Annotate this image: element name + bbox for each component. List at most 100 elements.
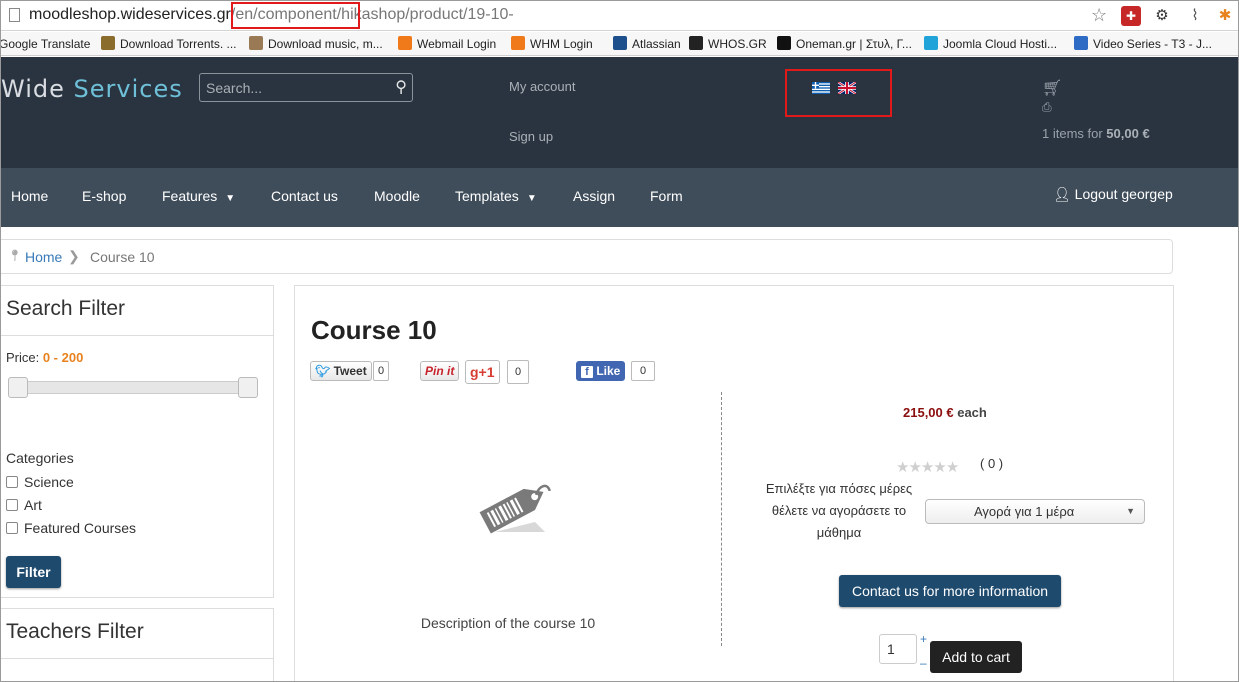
bookmark-item[interactable]: Joomla Cloud Hosti... <box>924 36 1057 51</box>
slider-min-handle[interactable] <box>8 377 28 398</box>
facebook-like-button[interactable]: f Like <box>576 361 626 381</box>
greek-flag-icon[interactable] <box>812 82 830 94</box>
search-filter-title: Search Filter <box>1 286 273 336</box>
bookmark-item[interactable]: Video Series - T3 - J... <box>1074 36 1212 51</box>
breadcrumb-current: Course 10 <box>90 249 155 265</box>
bookmark-label: Atlassian <box>632 37 681 51</box>
slider-max-handle[interactable] <box>238 377 258 398</box>
music-icon <box>249 36 263 50</box>
pinterest-button[interactable]: Pin it <box>420 361 460 381</box>
bookmark-label: WHOS.GR <box>708 37 767 51</box>
bookmark-item[interactable]: Webmail Login <box>398 36 496 51</box>
price-range: 0 - 200 <box>42 350 84 365</box>
bookmark-item[interactable]: Oneman.gr | Στυλ, Γ... <box>777 36 912 51</box>
site-header: Wide Services ⚲ My account Sign up 🛒︎ ⎙ <box>1 57 1238 168</box>
star-icon[interactable]: ★ <box>933 459 946 476</box>
nav-form[interactable]: Form <box>650 188 683 204</box>
rating-stars[interactable]: ★★★★★ <box>896 458 959 476</box>
joomla-icon <box>1074 36 1088 50</box>
product-price: 215,00 € each <box>903 405 987 420</box>
bookmark-label: Webmail Login <box>417 37 497 51</box>
star-icon[interactable]: ★ <box>921 459 934 476</box>
category-featured[interactable]: Featured Courses <box>6 520 136 536</box>
dropdown-arrow-icon: ▼ <box>1126 506 1135 516</box>
price-slider[interactable] <box>8 377 258 398</box>
eyedropper-icon[interactable]: ⌇ <box>1185 6 1205 26</box>
teachers-filter-title: Teachers Filter <box>1 609 273 659</box>
bookmark-label: WHM Login <box>530 37 593 51</box>
cart-summary[interactable]: 1 items for 50,00 € <box>1042 126 1150 141</box>
nav-moodle[interactable]: Moodle <box>374 188 420 204</box>
bookmark-star-icon[interactable]: ☆ <box>1091 5 1107 26</box>
torrent-icon <box>101 36 115 50</box>
nav-contact[interactable]: Contact us <box>271 188 338 204</box>
page-icon <box>9 8 20 22</box>
cloud-icon <box>924 36 938 50</box>
nav-eshop[interactable]: E-shop <box>82 188 126 204</box>
filter-button[interactable]: Filter <box>6 556 61 588</box>
gear-icon[interactable]: ⚙ <box>1152 6 1172 26</box>
twitter-bird-icon: 🐦︎ <box>315 364 331 378</box>
tweet-button[interactable]: 🐦︎ Tweet <box>310 361 372 381</box>
category-science[interactable]: Science <box>6 474 74 490</box>
like-count: 0 <box>631 361 655 381</box>
breadcrumb-home[interactable]: Home <box>25 249 62 265</box>
joomla-icon[interactable]: ✱ <box>1215 6 1235 26</box>
days-select[interactable]: Αγορά για 1 μέρα ▼ <box>925 499 1145 524</box>
site-logo[interactable]: Wide Services <box>1 75 183 103</box>
gplus-count: 0 <box>507 360 529 384</box>
extension-icon[interactable]: ✚ <box>1121 6 1141 26</box>
my-account-link[interactable]: My account <box>509 79 575 94</box>
checkbox[interactable] <box>6 522 18 534</box>
teachers-filter-panel: Teachers Filter <box>1 608 274 681</box>
nav-features[interactable]: Features ▼ <box>162 188 235 204</box>
facebook-icon: f <box>581 366 593 378</box>
address-bar[interactable]: moodleshop.wideservices.gr/en/component/… <box>1 1 1238 31</box>
search-icon[interactable]: ⚲ <box>395 77 407 97</box>
product-title: Course 10 <box>311 315 437 345</box>
user-icon: 👤︎ <box>1053 186 1075 202</box>
bookmark-item[interactable]: Download music, m... <box>249 36 383 51</box>
print-icon[interactable]: ⎙ <box>1042 100 1052 115</box>
bookmark-label: Google Translate <box>1 37 91 51</box>
logout-link[interactable]: 👤︎ Logout georgep <box>1053 186 1173 203</box>
checkbox[interactable] <box>6 476 18 488</box>
star-icon[interactable]: ★ <box>946 459 959 476</box>
categories-label: Categories <box>6 450 74 466</box>
product-tag-icon <box>479 484 551 534</box>
category-art[interactable]: Art <box>6 497 42 513</box>
bookmark-label: Download music, m... <box>268 37 383 51</box>
star-icon[interactable]: ★ <box>896 459 909 476</box>
bookmark-item[interactable]: Download Torrents. ... <box>101 36 237 51</box>
bookmark-label: Download Torrents. ... <box>120 37 237 51</box>
bookmarks-bar: Google Translate Download Torrents. ... Do… <box>1 32 1238 56</box>
quantity-plus-icon[interactable]: + <box>920 632 927 646</box>
star-icon[interactable]: ★ <box>908 459 921 476</box>
nav-assign[interactable]: Assign <box>573 188 615 204</box>
cart-icon[interactable]: 🛒︎ <box>1042 78 1062 98</box>
add-to-cart-button[interactable]: Add to cart <box>930 641 1022 673</box>
contact-button[interactable]: Contact us for more information <box>839 575 1061 607</box>
sign-up-link[interactable]: Sign up <box>509 129 553 144</box>
column-divider <box>721 392 722 646</box>
gplus-button[interactable]: g+1 <box>465 360 500 384</box>
bookmark-item[interactable]: Atlassian <box>613 36 681 51</box>
cpanel-icon <box>511 36 525 50</box>
bookmark-label: Oneman.gr | Στυλ, Γ... <box>796 37 912 51</box>
bookmark-item[interactable]: Google Translate <box>1 36 90 51</box>
bookmark-item[interactable]: WHM Login <box>511 36 593 51</box>
uk-flag-icon[interactable] <box>838 82 856 94</box>
url-highlight-box <box>231 2 360 29</box>
checkbox[interactable] <box>6 499 18 511</box>
price-label: Price: 0 - 200 <box>6 350 84 365</box>
bookmark-item[interactable]: WHOS.GR <box>689 36 767 51</box>
browser-window: moodleshop.wideservices.gr/en/component/… <box>0 0 1239 682</box>
nav-home[interactable]: Home <box>11 188 48 204</box>
quantity-input[interactable] <box>879 634 917 664</box>
quantity-minus-icon[interactable]: – <box>920 656 927 670</box>
bookmark-label: Video Series - T3 - J... <box>1093 37 1212 51</box>
breadcrumb: 📍︎ Home ❯ Course 10 <box>1 239 1173 274</box>
days-label: Επιλέξτε για πόσες μέρες θέλετε να αγορά… <box>765 481 913 540</box>
nav-templates[interactable]: Templates ▼ <box>455 188 537 204</box>
search-input[interactable] <box>206 79 386 97</box>
